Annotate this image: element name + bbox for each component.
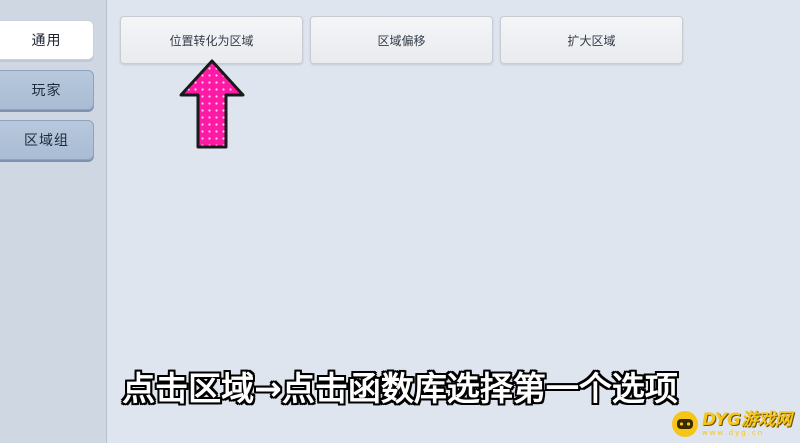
sidebar-tab-player[interactable]: 玩家 (0, 70, 94, 110)
button-label: 区域偏移 (377, 33, 426, 48)
sidebar-tab-label: 区域组 (24, 133, 69, 149)
subtitle-caption: 点击区域→点击函数库选择第一个选项 (122, 369, 678, 408)
position-to-region-button[interactable]: 位置转化为区域 (120, 16, 303, 64)
gamepad-icon (671, 411, 698, 437)
sidebar-tab-label: 通用 (31, 33, 62, 49)
watermark-text: DYG游戏网 (701, 409, 792, 430)
watermark-url: www.dyg.cn (701, 428, 765, 437)
app-window: 通用 玩家 区域组 位置转化为区域 区域偏移 扩大区域 点击区域→点击函数库选择… (0, 0, 800, 443)
watermark-logo: DYG游戏网 www.dyg.cn (671, 409, 792, 437)
sidebar-tab-general[interactable]: 通用 (0, 20, 94, 60)
button-label: 扩大区域 (567, 33, 616, 48)
region-offset-button[interactable]: 区域偏移 (310, 16, 493, 64)
sidebar-tab-region-group[interactable]: 区域组 (0, 120, 94, 160)
button-label: 位置转化为区域 (169, 33, 254, 48)
sidebar-tab-label: 玩家 (31, 83, 62, 99)
expand-region-button[interactable]: 扩大区域 (500, 16, 683, 64)
pointer-arrow-icon (179, 59, 245, 149)
